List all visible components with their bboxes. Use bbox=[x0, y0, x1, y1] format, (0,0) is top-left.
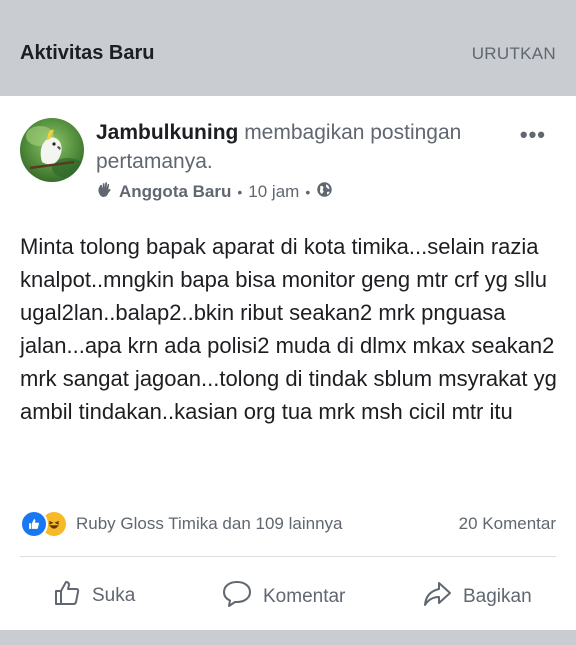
share-arrow-icon bbox=[421, 578, 453, 616]
share-label: Bagikan bbox=[463, 586, 532, 607]
separator-dot: • bbox=[305, 184, 311, 200]
post-header: Jambulkuning membagikan postingan pertam… bbox=[96, 118, 516, 176]
reactions-bar[interactable]: Ruby Gloss Timika dan 109 lainnya 20 Kom… bbox=[20, 510, 556, 538]
globe-icon bbox=[316, 181, 333, 203]
divider bbox=[20, 556, 556, 557]
more-options-button[interactable]: ••• bbox=[520, 122, 546, 148]
post-time[interactable]: 10 jam bbox=[248, 182, 299, 202]
comment-bubble-icon bbox=[221, 578, 253, 616]
post-meta: Anggota Baru • 10 jam • bbox=[96, 181, 333, 203]
avatar-bird-image bbox=[20, 118, 84, 182]
thumbs-up-icon bbox=[52, 578, 82, 614]
post-body-text: Minta tolong bapak aparat di kota timika… bbox=[20, 234, 557, 424]
author-name[interactable]: Jambulkuning bbox=[96, 121, 238, 144]
comment-label: Komentar bbox=[263, 586, 346, 607]
comment-count[interactable]: 20 Komentar bbox=[459, 514, 556, 534]
member-badge[interactable]: Anggota Baru bbox=[119, 182, 231, 202]
post-actions: Suka Komentar Bagikan bbox=[0, 578, 576, 618]
next-card-separator bbox=[0, 630, 576, 645]
like-label: Suka bbox=[92, 585, 136, 606]
separator-dot: • bbox=[237, 184, 243, 200]
avatar[interactable] bbox=[20, 118, 84, 182]
reaction-icons bbox=[20, 510, 68, 538]
like-reaction-icon bbox=[20, 510, 48, 538]
section-header: Aktivitas Baru URUTKAN bbox=[0, 0, 576, 96]
comment-button[interactable]: Komentar bbox=[221, 578, 345, 616]
waving-hand-icon bbox=[96, 181, 113, 203]
share-button[interactable]: Bagikan bbox=[421, 578, 532, 616]
sort-button[interactable]: URUTKAN bbox=[472, 44, 556, 64]
reaction-summary[interactable]: Ruby Gloss Timika dan 109 lainnya bbox=[76, 514, 342, 534]
like-button[interactable]: Suka bbox=[52, 578, 135, 614]
section-title: Aktivitas Baru bbox=[20, 42, 155, 64]
